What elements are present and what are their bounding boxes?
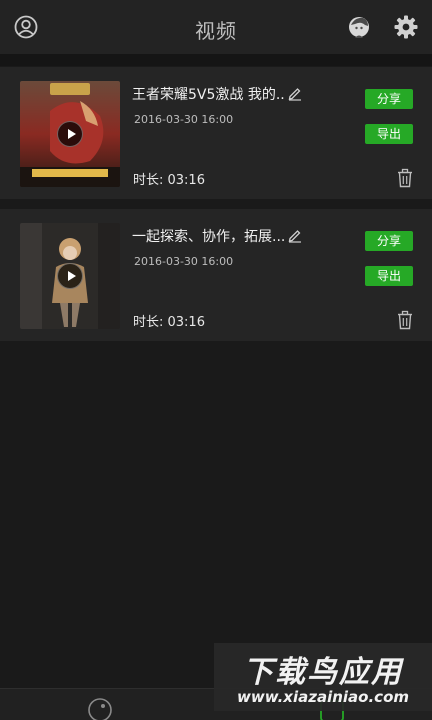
video-duration: 时长: 03:16 xyxy=(133,173,205,188)
export-button[interactable]: 导出 xyxy=(365,124,413,144)
top-bar: 视频 xyxy=(0,0,432,54)
video-card[interactable]: 一起探索、协作，拓展... 2016-03-30 16:00 时长: 03:16… xyxy=(0,209,432,341)
edit-icon[interactable] xyxy=(287,227,303,243)
share-button[interactable]: 分享 xyxy=(365,89,413,109)
watermark-url: www.xiazainiao.com xyxy=(236,688,410,706)
play-icon[interactable] xyxy=(57,121,83,147)
video-card[interactable]: 王者荣耀5V5激战 我的... 2016-03-30 16:00 时长: 03:… xyxy=(0,67,432,199)
record-icon[interactable] xyxy=(87,697,113,720)
video-date: 2016-03-30 16:00 xyxy=(134,255,234,268)
play-icon[interactable] xyxy=(57,263,83,289)
video-thumbnail[interactable] xyxy=(20,81,120,187)
user-avatar-icon[interactable] xyxy=(346,14,372,40)
trash-icon[interactable] xyxy=(396,310,414,330)
video-title: 一起探索、协作，拓展... xyxy=(132,229,284,245)
gear-icon[interactable] xyxy=(393,14,419,40)
edit-icon[interactable] xyxy=(287,85,303,101)
video-duration: 时长: 03:16 xyxy=(133,315,205,330)
share-button[interactable]: 分享 xyxy=(365,231,413,251)
video-title: 王者荣耀5V5激战 我的... xyxy=(132,87,284,103)
header-divider xyxy=(0,54,432,66)
export-button[interactable]: 导出 xyxy=(365,266,413,286)
watermark-name: 下载鸟应用 xyxy=(243,655,403,690)
trash-icon[interactable] xyxy=(396,168,414,188)
video-date: 2016-03-30 16:00 xyxy=(134,113,234,126)
watermark: 下载鸟应用 www.xiazainiao.com xyxy=(214,643,432,711)
video-thumbnail[interactable] xyxy=(20,223,120,329)
